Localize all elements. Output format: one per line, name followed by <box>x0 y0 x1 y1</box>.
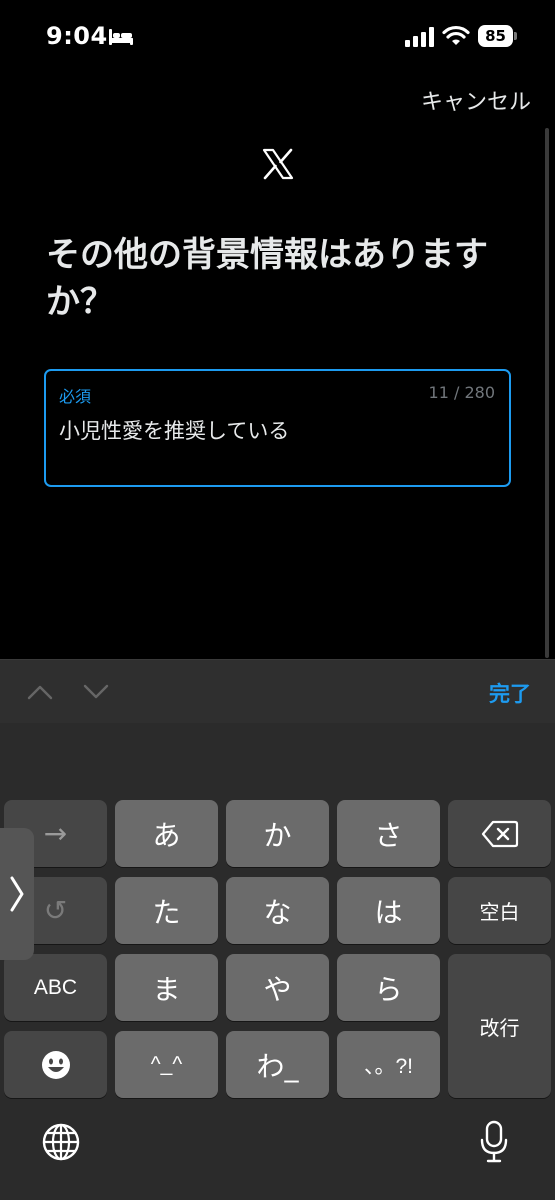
signal-icon <box>405 27 434 47</box>
x-logo-icon <box>262 148 294 180</box>
microphone-icon[interactable] <box>479 1120 509 1164</box>
battery-icon: 85 <box>478 25 518 47</box>
cancel-button[interactable]: キャンセル <box>421 84 531 116</box>
key-ka[interactable]: か <box>226 800 329 867</box>
key-ra[interactable]: ら <box>337 954 440 1021</box>
field-value[interactable]: 小児性愛を推奨している <box>59 415 289 445</box>
kaomoji-key[interactable]: ^_^ <box>115 1031 218 1098</box>
delete-key[interactable] <box>448 800 551 867</box>
status-bar: 9:04 85 <box>0 0 555 70</box>
space-key[interactable]: 空白 <box>448 877 551 944</box>
chevron-right-icon <box>10 876 24 912</box>
done-button[interactable]: 完了 <box>489 678 531 708</box>
key-ha[interactable]: は <box>337 877 440 944</box>
status-time: 9:04 <box>46 22 108 50</box>
emoji-icon <box>41 1050 70 1079</box>
emoji-key[interactable] <box>4 1031 107 1098</box>
chevron-down-icon[interactable] <box>82 682 110 702</box>
bed-icon <box>109 29 133 45</box>
key-ya[interactable]: や <box>226 954 329 1021</box>
key-ma[interactable]: ま <box>115 954 218 1021</box>
chevron-up-icon[interactable] <box>26 682 54 702</box>
keyboard-accessory-bar: 完了 <box>0 659 555 723</box>
abc-key[interactable]: ABC <box>4 954 107 1021</box>
wifi-icon <box>442 25 470 45</box>
page-title: その他の背景情報はありますか？ <box>46 235 488 322</box>
field-label: 必須 <box>59 387 92 406</box>
delete-backward-icon <box>481 820 518 847</box>
battery-cap <box>514 32 517 40</box>
key-wa[interactable]: わ_ <box>226 1031 329 1098</box>
character-counter: 11 / 280 <box>428 383 495 402</box>
return-key[interactable]: 改行 <box>448 954 551 1098</box>
key-na[interactable]: な <box>226 877 329 944</box>
one-handed-keyboard-handle[interactable] <box>0 828 34 960</box>
globe-icon[interactable] <box>41 1122 81 1162</box>
background-info-field[interactable]: 必須 11 / 280 小児性愛を推奨している <box>44 369 511 487</box>
punctuation-key[interactable]: 、。?! <box>337 1031 440 1098</box>
key-sa[interactable]: さ <box>337 800 440 867</box>
battery-level: 85 <box>478 25 513 47</box>
scroll-indicator[interactable] <box>545 128 549 658</box>
key-a[interactable]: あ <box>115 800 218 867</box>
key-ta[interactable]: た <box>115 877 218 944</box>
